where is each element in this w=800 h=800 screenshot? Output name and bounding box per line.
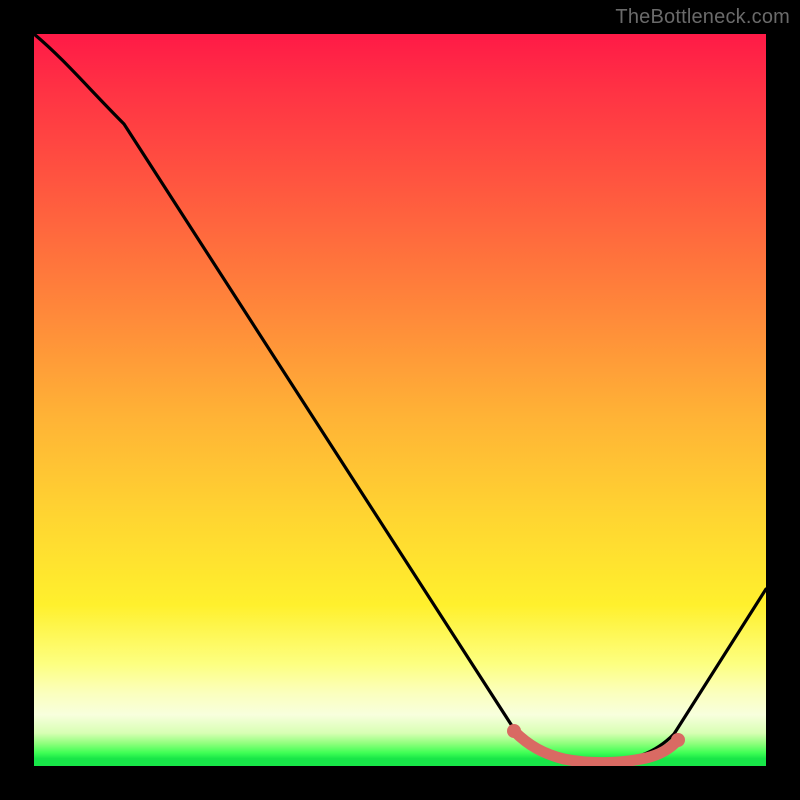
marker-dot-right [671, 733, 685, 747]
curve-svg [34, 34, 766, 766]
plot-area [34, 34, 766, 766]
bottleneck-curve [34, 34, 766, 762]
watermark-text: TheBottleneck.com [615, 6, 790, 29]
marker-dot-left [507, 724, 521, 738]
optimal-range-marker [514, 731, 678, 763]
chart-container: TheBottleneck.com [0, 0, 800, 800]
